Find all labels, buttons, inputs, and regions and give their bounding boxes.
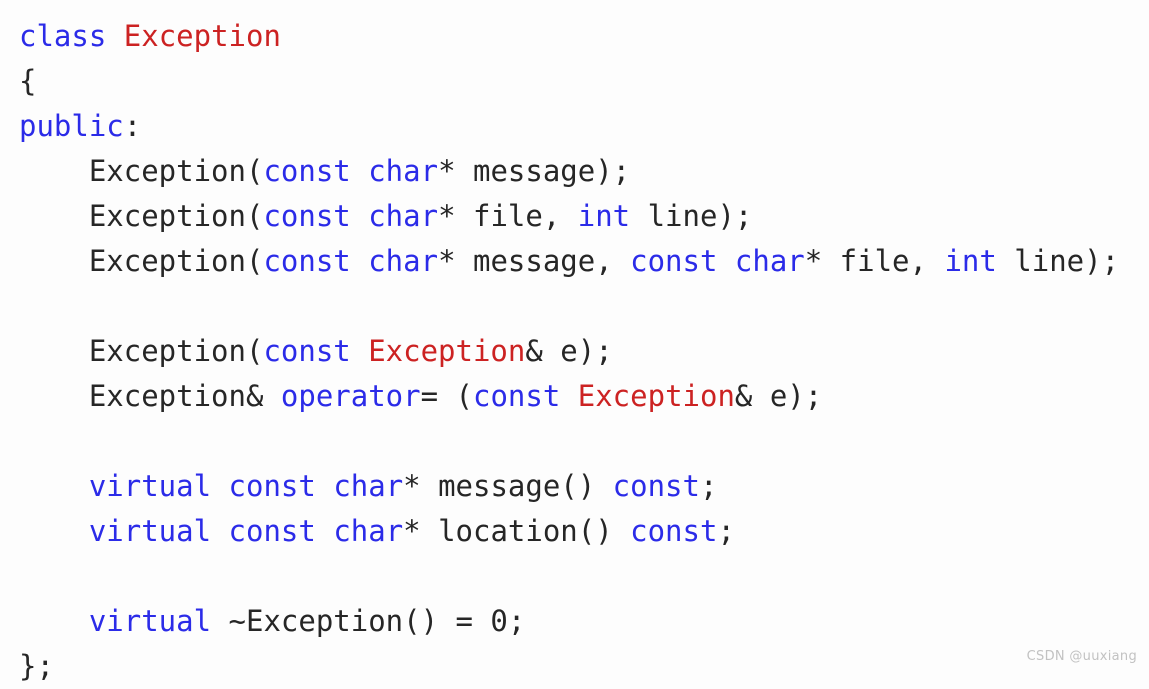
code-token: char [368,244,439,278]
code-token: int [577,199,631,233]
code-token: Exception( [19,154,264,188]
code-token: virtual [88,604,212,638]
code-token: const [612,469,700,503]
code-line: Exception(const Exception& e); [19,329,1119,374]
code-token: * message() [403,469,613,503]
code-line: }; [19,644,1119,689]
code-token: : [123,109,142,143]
code-token: Exception( [19,334,264,368]
code-token: const [472,379,561,413]
code-token: const [263,334,351,368]
code-token: char [368,199,439,233]
code-token: * location() [403,514,631,548]
code-line: ​ [19,419,1119,464]
code-token: char [333,469,404,503]
code-token: * file, [804,244,945,278]
code-token: const [263,199,351,233]
code-token: char [368,154,439,188]
code-token: const [228,514,316,548]
code-token: Exception& [19,379,281,413]
code-line: virtual const char* location() const; [19,509,1119,554]
code-token: ; [699,469,718,503]
code-line: virtual ~Exception() = 0; [19,599,1119,644]
code-token: virtual [88,514,212,548]
code-snippet-surface: class Exception { public: Exception(const … [0,0,1149,683]
code-token: line); [630,199,753,233]
code-line: Exception& operator= (const Exception& e… [19,374,1119,419]
code-token: ~Exception() = 0; [211,604,526,638]
code-token: ; [717,514,735,548]
code-token: operator [280,379,421,413]
code-token: & e); [734,379,823,413]
code-token: const [630,514,718,548]
code-listing: class Exception { public: Exception(const … [0,0,1119,689]
code-token: & e); [525,334,613,368]
code-token: Exception [368,334,526,368]
code-token: const [228,469,316,503]
code-token: = ( [420,379,473,413]
code-line: Exception(const char* message); [19,149,1119,194]
code-token: public [19,109,124,143]
code-line: ​ [19,554,1119,599]
code-token: const [263,154,351,188]
code-token: Exception( [19,244,264,278]
code-token: * file, [438,199,578,233]
code-line: public: [19,104,1119,149]
code-token: const [263,244,351,278]
code-line: Exception(const char* message, const cha… [19,239,1119,284]
code-token: Exception [123,19,281,53]
code-line: class Exception [19,14,1119,59]
code-line: ​ [19,284,1119,329]
code-token: virtual [88,469,212,503]
code-token: const [630,244,718,278]
code-token: Exception [577,379,735,413]
code-line: { [19,59,1119,104]
code-token: char [333,514,404,548]
code-line: Exception(const char* file, int line); [19,194,1119,239]
code-token: * message); [438,154,631,188]
code-token: Exception( [19,199,264,233]
code-token: { [19,64,37,98]
code-token: * message, [438,244,631,278]
code-token: class [19,19,107,53]
code-token: int [944,244,997,278]
code-token: }; [19,649,54,683]
code-line: virtual const char* message() const; [19,464,1119,509]
code-token: line); [996,244,1120,278]
csdn-watermark: CSDN @uuxiang [1026,649,1137,664]
code-token: char [734,244,805,278]
